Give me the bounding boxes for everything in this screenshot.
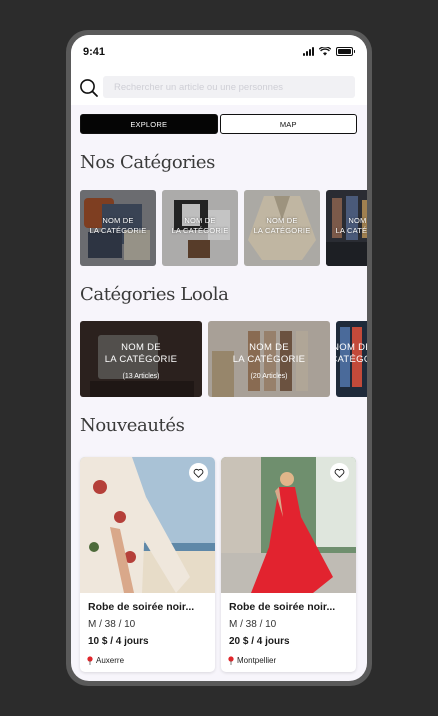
status-time: 9:41 (83, 46, 106, 58)
favorite-button[interactable] (189, 463, 208, 482)
search-icon[interactable] (79, 78, 99, 98)
product-size: M / 38 / 10 (229, 619, 277, 630)
category-name-line1: NOM DE (266, 216, 298, 225)
category-name-line1: NOM DE (102, 216, 134, 225)
category-name-line2: LA CATÉGORIE (335, 226, 367, 235)
loola-category-name-line1: NOM DE (336, 342, 367, 353)
category-tile[interactable]: NOM DE LA CATÉGORIE (244, 190, 320, 266)
location-pin-icon (87, 656, 93, 665)
view-tabs: EXPLORE MAP (80, 114, 357, 134)
new-products-list: Robe de soirée noir... M / 38 / 10 10 $ … (80, 457, 356, 672)
loola-category-name-line2: LA CATÉGORIE (336, 354, 367, 365)
status-icons (303, 47, 355, 56)
section-title-nos-categories: Nos Catégories (80, 152, 215, 173)
section-title-categories-loola: Catégories Loola (80, 284, 229, 305)
loola-category-tile[interactable]: NOM DE LA CATÉGORIE (20 Articles) (208, 321, 330, 397)
product-size: M / 38 / 10 (88, 619, 136, 630)
wifi-icon (319, 47, 331, 56)
category-tile[interactable]: NOM DE LA CATÉGORIE (80, 190, 156, 266)
category-name-line2: LA CATÉGORIE (171, 226, 229, 235)
location-pin-icon (228, 656, 234, 665)
product-card[interactable]: Robe de soirée noir... M / 38 / 10 10 $ … (80, 457, 215, 672)
product-card[interactable]: Robe de soirée noir... M / 38 / 10 20 $ … (221, 457, 356, 672)
status-bar: 9:41 (71, 35, 367, 71)
product-name: Robe de soirée noir... (229, 601, 336, 613)
tab-map[interactable]: MAP (219, 114, 357, 134)
heart-outline-icon (334, 468, 345, 478)
product-location-text: Auxerre (96, 656, 125, 665)
product-image (221, 457, 356, 593)
product-image (80, 457, 215, 593)
loola-category-name-line2: LA CATÉGORIE (104, 354, 178, 365)
article-count: (20 Articles) (250, 373, 288, 380)
signal-icon (303, 47, 314, 56)
loola-category-name-line1: NOM DE (249, 342, 289, 353)
category-name-line2: LA CATÉGORIE (89, 226, 147, 235)
category-tile[interactable]: NOM DE LA CATÉGORIE (162, 190, 238, 266)
product-name: Robe de soirée noir... (88, 601, 195, 613)
product-location-text: Montpellier (237, 656, 277, 665)
phone-frame: 9:41 EXPLORE MAP (66, 30, 372, 686)
search-bar (71, 71, 367, 105)
battery-icon (336, 47, 355, 56)
section-title-nouveautes: Nouveautés (80, 415, 185, 436)
category-name-line2: LA CATÉGORIE (253, 226, 311, 235)
loola-category-name-line2: LA CATÉGORIE (232, 354, 306, 365)
product-location: Montpellier (227, 656, 276, 665)
categories-loola-carousel[interactable]: NOM DE LA CATÉGORIE (13 Articles) NOM DE (80, 321, 367, 397)
article-count: (13 Articles) (122, 373, 160, 380)
category-name-line1: NOM DE (348, 216, 367, 225)
nos-categories-carousel[interactable]: NOM DE LA CATÉGORIE NOM DE LA CATÉGORIE (80, 190, 367, 266)
product-price: 10 $ / 4 jours (88, 636, 149, 647)
product-price: 20 $ / 4 jours (229, 636, 290, 647)
loola-category-tile[interactable]: NOM DE LA CATÉGORIE (336, 321, 367, 397)
category-tile[interactable]: NOM DE LA CATÉGORIE (326, 190, 367, 266)
heart-outline-icon (193, 468, 204, 478)
loola-category-tile[interactable]: NOM DE LA CATÉGORIE (13 Articles) (80, 321, 202, 397)
tab-explore[interactable]: EXPLORE (80, 114, 218, 134)
search-input[interactable] (103, 76, 355, 98)
loola-category-name-line1: NOM DE (121, 342, 161, 353)
app-screen: 9:41 EXPLORE MAP (71, 35, 367, 681)
favorite-button[interactable] (330, 463, 349, 482)
product-location: Auxerre (86, 656, 124, 665)
category-name-line1: NOM DE (184, 216, 216, 225)
